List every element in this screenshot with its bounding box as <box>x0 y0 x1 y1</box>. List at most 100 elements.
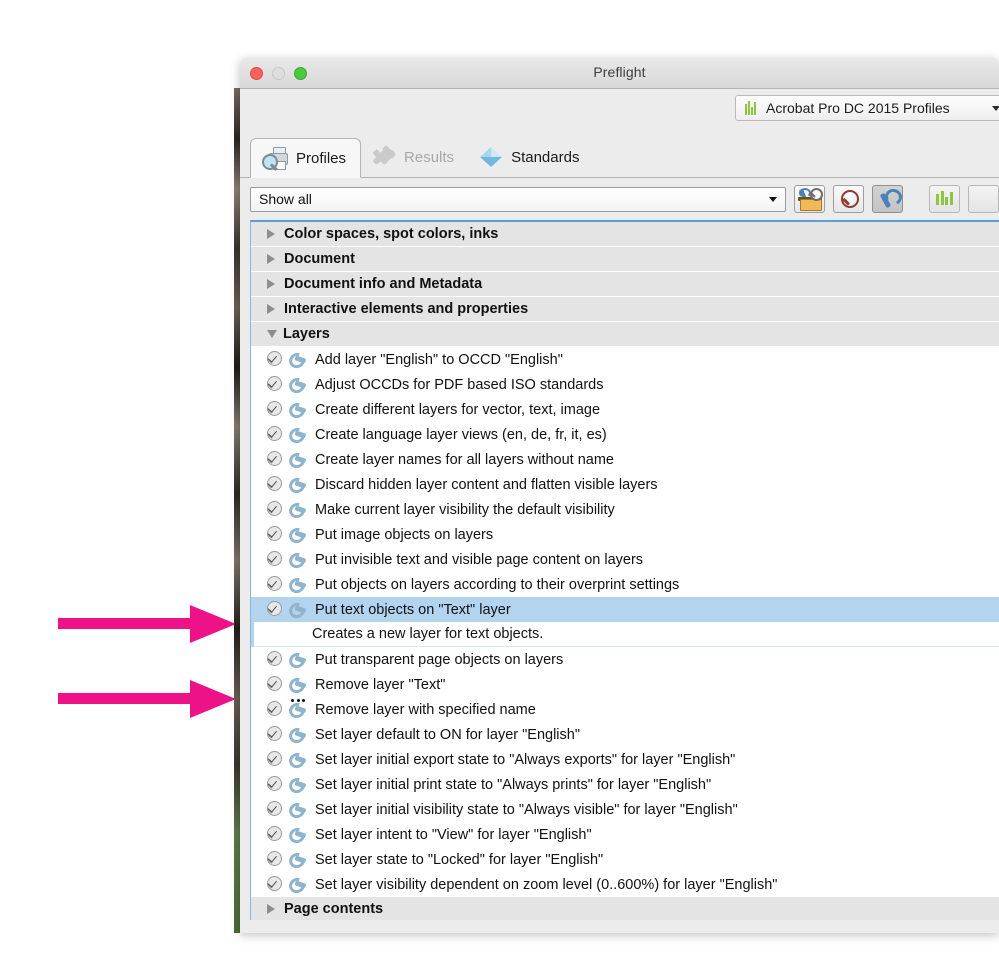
tree-group-label: Document info and Metadata <box>284 276 483 292</box>
tree-group-row[interactable]: Document <box>251 247 999 272</box>
tree-item-row[interactable]: Set layer intent to "View" for layer "En… <box>251 822 999 847</box>
magnifier-check-icon[interactable] <box>265 475 283 494</box>
tab-results[interactable]: Results <box>361 137 468 177</box>
show-filter-dropdown[interactable]: Show all <box>250 186 786 212</box>
tree-item-label: Set layer state to "Locked" for layer "E… <box>315 851 604 868</box>
magnifier-check-icon[interactable] <box>265 675 283 694</box>
tree-item-label: Create language layer views (en, de, fr,… <box>315 426 607 443</box>
magnifier-check-icon[interactable] <box>265 825 283 844</box>
create-fixup-button[interactable] <box>872 185 905 213</box>
magnifier-check-icon[interactable] <box>265 425 283 444</box>
wrench-icon <box>286 449 309 471</box>
profile-set-button-toolbar[interactable] <box>929 185 960 213</box>
profile-set-label: Acrobat Pro DC 2015 Profiles <box>766 100 950 116</box>
triangle-right-icon[interactable] <box>267 229 275 239</box>
tree-group-row[interactable]: Page contents <box>251 897 999 920</box>
tree-item-label: Put invisible text and visible page cont… <box>315 551 644 568</box>
magnifier-check-icon[interactable] <box>265 350 283 369</box>
tree-item-row[interactable]: Set layer initial print state to "Always… <box>251 772 999 797</box>
window-titlebar[interactable]: Preflight <box>240 58 999 89</box>
tree-item-label: Remove layer with specified name <box>315 701 536 718</box>
wrench-icon <box>286 399 309 421</box>
tree-item-row[interactable]: Put invisible text and visible page cont… <box>251 547 999 572</box>
magnifier-check-icon[interactable] <box>265 850 283 869</box>
tab-standards[interactable]: Standards <box>468 137 593 177</box>
tree-item-row[interactable]: Create different layers for vector, text… <box>251 397 999 422</box>
tab-profiles-label: Profiles <box>296 149 347 167</box>
tree-group-label: Document <box>284 251 355 267</box>
blue-diamond-icon <box>478 144 504 170</box>
tree-item-row[interactable]: Set layer initial visibility state to "A… <box>251 797 999 822</box>
wrench-icon <box>286 774 309 796</box>
profiles-tree[interactable]: Color spaces, spot colors, inks Document D… <box>250 220 999 920</box>
tree-item-row[interactable]: Remove layer "Text" <box>251 672 999 697</box>
magnifier-check-icon[interactable] <box>265 800 283 819</box>
tree-item-label: Add layer "English" to OCCD "English" <box>315 351 563 368</box>
tree-item-row[interactable]: Set layer state to "Locked" for layer "E… <box>251 847 999 872</box>
tree-item-row[interactable]: Add layer "English" to OCCD "English" <box>251 347 999 372</box>
wrench-icon <box>286 374 309 396</box>
tree-item-row[interactable]: Put transparent page objects on layers <box>251 647 999 672</box>
tree-item-label: Put transparent page objects on layers <box>315 651 564 668</box>
tree-item-row[interactable]: Put image objects on layers <box>251 522 999 547</box>
tree-item-label: Discard hidden layer content and flatten… <box>315 476 658 493</box>
wrench-icon <box>286 849 309 871</box>
magnifier-check-icon[interactable] <box>265 750 283 769</box>
wrench-icon <box>286 674 309 696</box>
magnifier-check-icon[interactable] <box>265 525 283 544</box>
tree-item-row[interactable]: Create language layer views (en, de, fr,… <box>251 422 999 447</box>
profile-set-row: Acrobat Pro DC 2015 Profiles <box>240 89 999 131</box>
triangle-right-icon[interactable] <box>267 304 275 314</box>
magnifier-check-icon[interactable] <box>265 875 283 894</box>
tree-item-row[interactable]: Set layer visibility dependent on zoom l… <box>251 872 999 897</box>
tree-item-label: Set layer intent to "View" for layer "En… <box>315 826 592 843</box>
tree-item-row[interactable]: Set layer initial export state to "Alway… <box>251 747 999 772</box>
triangle-right-icon[interactable] <box>267 904 275 914</box>
tree-item-row[interactable]: Put objects on layers according to their… <box>251 572 999 597</box>
magnifier-check-icon[interactable] <box>265 700 283 719</box>
find-profile-button[interactable] <box>833 185 864 213</box>
tree-item-label: Set layer initial export state to "Alway… <box>315 751 736 768</box>
tree-item-row-selected[interactable]: Put text objects on "Text" layer <box>251 597 999 622</box>
arrow-shaft <box>58 693 200 704</box>
magnifier-check-icon[interactable] <box>265 550 283 569</box>
wrench-dots-icon <box>286 698 309 721</box>
triangle-down-icon[interactable] <box>267 330 277 338</box>
wrench-icon <box>286 649 309 671</box>
tree-item-row[interactable]: Remove layer with specified name <box>251 697 999 722</box>
magnifier-check-icon[interactable] <box>265 650 283 669</box>
tree-group-label: Color spaces, spot colors, inks <box>284 226 499 242</box>
magnifier-check-icon[interactable] <box>265 375 283 394</box>
tree-group-row[interactable]: Layers <box>251 322 999 347</box>
magnifier-check-icon[interactable] <box>265 725 283 744</box>
triangle-right-icon[interactable] <box>267 279 275 289</box>
tree-item-row[interactable]: Adjust OCCDs for PDF based ISO standards <box>251 372 999 397</box>
tree-item-row[interactable]: Set layer default to ON for layer "Engli… <box>251 722 999 747</box>
edit-profile-button[interactable] <box>794 185 825 213</box>
magnifier-check-icon[interactable] <box>265 450 283 469</box>
wrench-icon <box>286 549 309 571</box>
magnifier-check-icon[interactable] <box>265 500 283 519</box>
profile-set-dropdown[interactable]: Acrobat Pro DC 2015 Profiles <box>735 95 999 121</box>
annotation-arrow-bottom <box>58 680 238 718</box>
tree-item-row[interactable]: Discard hidden layer content and flatten… <box>251 472 999 497</box>
arrow-shaft <box>58 618 200 629</box>
tree-item-label: Adjust OCCDs for PDF based ISO standards <box>315 376 604 393</box>
triangle-right-icon[interactable] <box>267 254 275 264</box>
tree-item-label: Put text objects on "Text" layer <box>315 601 511 618</box>
tab-profiles[interactable]: Profiles <box>250 138 362 178</box>
tree-item-label: Remove layer "Text" <box>315 676 446 693</box>
tree-group-row[interactable]: Interactive elements and properties <box>251 297 999 322</box>
extra-toolbar-button[interactable] <box>968 185 999 213</box>
magnifier-check-icon[interactable] <box>265 775 283 794</box>
magnifier-check-icon[interactable] <box>265 575 283 594</box>
magnifier-check-icon[interactable] <box>265 400 283 419</box>
magnifier-check-icon[interactable] <box>265 600 283 619</box>
tree-group-row[interactable]: Document info and Metadata <box>251 272 999 297</box>
tree-item-row[interactable]: Create layer names for all layers withou… <box>251 447 999 472</box>
tree-group-row[interactable]: Color spaces, spot colors, inks <box>251 222 999 247</box>
tab-strip: Profiles Results Standards <box>240 131 999 178</box>
tree-item-row[interactable]: Make current layer visibility the defaul… <box>251 497 999 522</box>
chevron-down-icon <box>992 105 999 111</box>
tree-item-label: Put objects on layers according to their… <box>315 576 680 593</box>
